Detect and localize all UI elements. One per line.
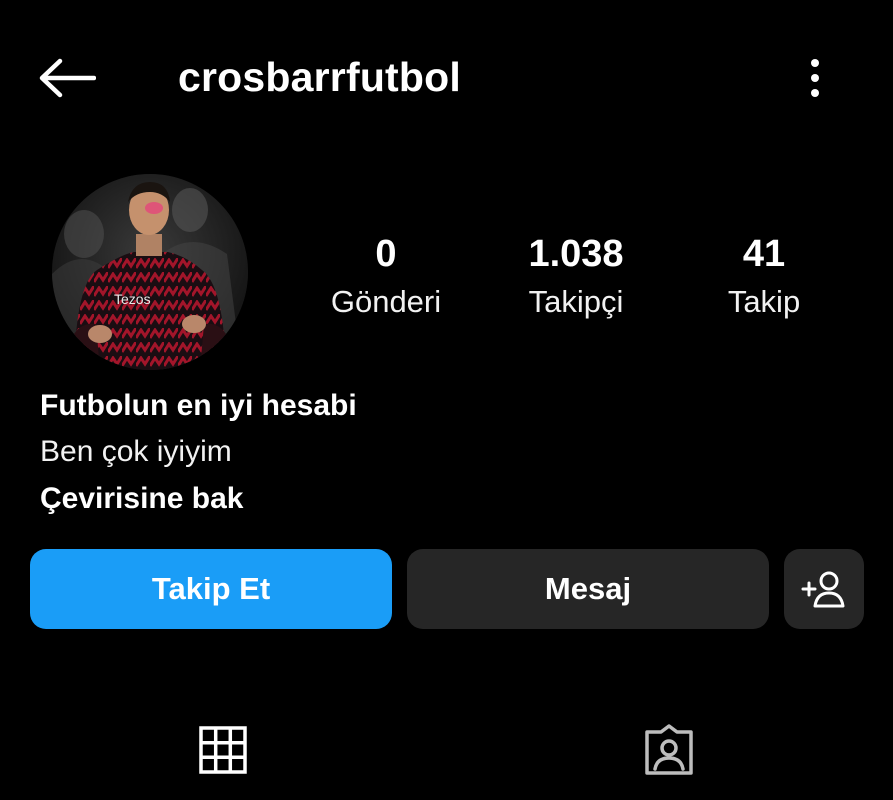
grid-icon [199, 726, 247, 774]
see-translation-link[interactable]: Çevirisine bak [40, 479, 243, 519]
follow-button[interactable]: Takip Et [30, 549, 392, 629]
add-person-icon [801, 571, 845, 608]
stat-following-label: Takip [727, 284, 801, 319]
message-button[interactable]: Mesaj [407, 549, 769, 629]
stat-posts[interactable]: 0 Gönderi [306, 230, 466, 322]
stat-followers[interactable]: 1.038 Takipçi [496, 230, 656, 322]
arrow-left-icon [39, 58, 96, 98]
tagged-person-icon [645, 724, 693, 775]
stat-posts-label: Gönderi [330, 284, 442, 319]
more-options-button[interactable] [795, 50, 835, 106]
stat-following-count: 41 [742, 233, 786, 275]
stat-posts-count: 0 [375, 233, 397, 275]
suggest-accounts-button[interactable] [784, 549, 864, 629]
stat-following[interactable]: 41 Takip [684, 230, 844, 322]
profile-avatar[interactable]: Tezos [52, 174, 248, 370]
stat-followers-count: 1.038 [528, 233, 624, 275]
more-vertical-icon [811, 59, 819, 97]
profile-bio-text: Ben çok iyiyim [40, 435, 232, 468]
back-button[interactable] [32, 50, 102, 106]
tab-tagged[interactable] [634, 718, 704, 782]
profile-username: crosbarrfutbol [178, 54, 461, 100]
stat-followers-label: Takipçi [528, 284, 624, 319]
tab-posts-grid[interactable] [188, 718, 258, 782]
profile-display-name: Futbolun en iyi hesabi [40, 389, 357, 422]
avatar-badge: Tezos [114, 291, 151, 307]
